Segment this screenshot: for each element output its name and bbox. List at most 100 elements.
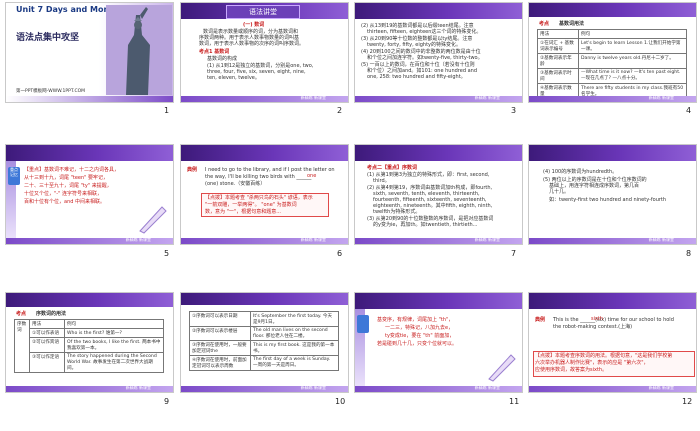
body-line: 一二三，特殊记，八加九去e，: [385, 325, 454, 331]
table-side-cell: 序数词: [14, 319, 30, 373]
note-line: 六次举办机器人制作比赛"，表示的应是 "第六次"，: [535, 360, 649, 366]
usage-table: 序数词 用法 例句 ①可以作表语 Who is the first? 谁第一? ②可以…: [14, 319, 164, 373]
slide-footer-bar: 新精练 新课堂: [6, 385, 173, 392]
body-line: thirteen, fifteen, eighteen这三个词的特殊变化。: [367, 29, 482, 35]
table-cell: Of the two books, I like the first. 两本书中…: [64, 337, 164, 353]
footer-text: 新精练 新课堂: [648, 237, 674, 242]
slide-number-3: 3: [511, 106, 517, 115]
slide-thumbnail-12[interactable]: 典例 This is the ______(six) time for our …: [528, 292, 697, 393]
slide-footer-bar: 新精练 新课堂: [355, 385, 522, 392]
point-label: 考点: [16, 311, 27, 317]
slide-thumbnail-7[interactable]: 考点二【重点】序数词 (1) 从第1到第3为独立的特殊形式，即：first, s…: [354, 144, 523, 245]
table-cell: ①可以作表语: [29, 328, 65, 338]
table-cell: ③基数词表示时间: [537, 68, 579, 84]
footer-text: 新精练 新课堂: [300, 385, 326, 390]
answer-text: one: [307, 173, 317, 179]
slide-footer: 第一PPT模板网-WWW.1PPT.COM: [16, 89, 86, 94]
slide-footer-bar: 新精练 新课堂: [6, 237, 173, 244]
body-line: one, 258: two hundred and fifty-eight。: [367, 74, 466, 80]
table-cell: The story happened during the Second Wor…: [64, 352, 164, 373]
slide-thumbnail-10[interactable]: ①序数词可以表示日期 It's September the first today…: [180, 292, 349, 393]
body-line: 几十几。: [549, 189, 570, 195]
table-cell: —What time is it now? —It's ten past eig…: [578, 68, 687, 84]
slide-number-9: 9: [164, 397, 170, 406]
body-line: 十位又个位，"-" 连字符号来相联，: [24, 191, 102, 197]
note-line: 【点拨】本题考查序数词的用法。根据句意，"这是我们学校第: [535, 353, 673, 359]
slide-number-8: 8: [686, 249, 692, 258]
body-line: 从十三到十九，词尾 "teen" 要牢记，: [24, 175, 109, 181]
slide-number-5: 5: [164, 249, 170, 258]
memory-tag: [357, 315, 369, 333]
slide-number-6: 6: [337, 249, 343, 258]
slide-header-bar: [6, 293, 173, 307]
slide-header-bar: [6, 145, 173, 161]
table-cell: ④序数词在使用时，前面加定冠词可以表示周数: [189, 355, 251, 371]
table-header-cell: 用法: [29, 319, 65, 329]
bottom-stripe: [6, 96, 173, 102]
table-cell: ③可以作定语: [29, 352, 65, 373]
slide-thumbnail-11[interactable]: 基变序，有规律，词尾加上 "th"， 一二三，特殊记，八加九去e， ty变成ti…: [354, 292, 523, 393]
slide-footer-bar: 新精练 新课堂: [181, 385, 348, 392]
footer-text: 新精练 新课堂: [300, 237, 326, 242]
example-label: 典例: [187, 167, 198, 173]
footer-text: 新精练 新课堂: [474, 237, 500, 242]
slide-header-bar: [529, 3, 696, 17]
slide-thumbnail-4[interactable]: 考点 基数词用法 用法 例句 ①在词汇 + 基数词表示编号 Let's begin …: [528, 2, 697, 103]
body-line: 若是碰到几十几，只变个位就可以。: [377, 341, 458, 347]
slide-header-bar: [529, 145, 696, 161]
body-line: This is the ______(six) time for our sch…: [553, 317, 674, 323]
slide-header-bar: [529, 293, 696, 309]
footer-text: 新精练 新课堂: [474, 95, 500, 100]
footer-text: 新精练 新课堂: [300, 95, 326, 100]
slide-footer-bar: 新精练 新课堂: [181, 237, 348, 244]
body-line: twenty, forty, fifty, eighty的特殊变化。: [367, 42, 462, 48]
body-line: the way, I'll be killing two birds with …: [205, 174, 312, 180]
slide-header-bar: 语法讲堂: [181, 3, 348, 19]
table-heading: 基数词用法: [559, 21, 585, 27]
slide-thumbnail-3[interactable]: (2) 从13到19的基数词都是以后缀teen结尾。注意 thirteen, f…: [354, 2, 523, 103]
slide-thumbnail-1[interactable]: Unit 7 Days and Months 语法点集中攻坚 第一PPT模板网-…: [5, 2, 174, 103]
example-label: 典例: [535, 317, 546, 323]
slide-footer-bar: 新精练 新课堂: [355, 237, 522, 244]
slide-thumbnail-2[interactable]: 语法讲堂 (一) 数词 数词是表示数量或顺序的词，分为基数词和 序数词两种。用于…: [180, 2, 349, 103]
note-line: 【点拨】本题考查 "杀两只鸟的石头" 谚语，表示: [205, 195, 313, 201]
memory-tag: 重点 记忆: [8, 167, 20, 185]
table-cell: It's September the first today. 今天是9月1日。: [250, 311, 339, 327]
body-line: the robot-making contest.(上海): [553, 324, 633, 330]
table-header-cell: 例句: [64, 319, 164, 329]
usage-table: ①序数词可以表示日期 It's September the first today…: [189, 311, 339, 371]
answer-text: sixth: [591, 316, 604, 322]
table-cell: ②基数词表示年龄: [537, 53, 579, 69]
slide-number-12: 12: [682, 397, 693, 406]
table-cell: ③序数词在使用时，一般要加定冠词the: [189, 340, 251, 356]
feather-pen-icon: [488, 354, 516, 382]
body-line: 如：twenty-first two hundred and ninety-fo…: [549, 197, 667, 203]
body-line: 百和十位有个位，and 中间来相联。: [24, 199, 105, 205]
body-line: third。: [373, 178, 390, 184]
slide-number-1: 1: [164, 106, 170, 115]
slide-header-bar: [355, 293, 522, 309]
table-cell: Danny is twelve years old.丹尼十二岁了。: [578, 53, 687, 69]
usage-table: 用法 例句 ①在词汇 + 基数词表示编号 Let's begin to learn …: [537, 29, 687, 99]
slide-thumbnail-5[interactable]: 重点 记忆 【重点】基数词不难记，十二之内词各具， 从十三到十九，词尾 "tee…: [5, 144, 174, 245]
slide-number-7: 7: [511, 249, 517, 258]
footer-text: 新精练 新课堂: [648, 385, 674, 390]
note-line: "一箭双雕，一举两得"。 "one" 为基数词: [205, 202, 297, 208]
slide-number-2: 2: [337, 106, 343, 115]
slide-thumbnail-9[interactable]: 考点 序数词的用法 序数词 用法 例句 ①可以作表语 Who is the first…: [5, 292, 174, 393]
point-label: 考点二【重点】序数词: [367, 165, 418, 171]
slide-footer-bar: 新精练 新课堂: [355, 95, 522, 102]
slide-footer-bar: 新精练 新课堂: [529, 95, 696, 102]
table-header-cell: 例句: [578, 29, 687, 39]
slide-thumbnail-8[interactable]: (4) 100的序数词为hundredth。 (5) 两位以上的序数词是在十位和…: [528, 144, 697, 245]
footer-text: 新精练 新课堂: [125, 237, 151, 242]
note-line: 数，意为 "一"，根据句意和题意...: [205, 209, 281, 215]
body-line: (4) 100的序数词为hundredth。: [543, 169, 618, 175]
section-title: (一) 数词: [243, 22, 265, 28]
table-cell: The first day of a week is Sunday. 一周的第一…: [250, 355, 339, 371]
sub-label: 基数词的构成: [207, 56, 238, 62]
table-cell: ①序数词可以表示日期: [189, 311, 251, 327]
slide-number-10: 10: [335, 397, 346, 406]
table-cell: Who is the first? 谁第一?: [64, 328, 164, 338]
slide-thumbnail-6[interactable]: 典例 I need to go to the library, and if I…: [180, 144, 349, 245]
